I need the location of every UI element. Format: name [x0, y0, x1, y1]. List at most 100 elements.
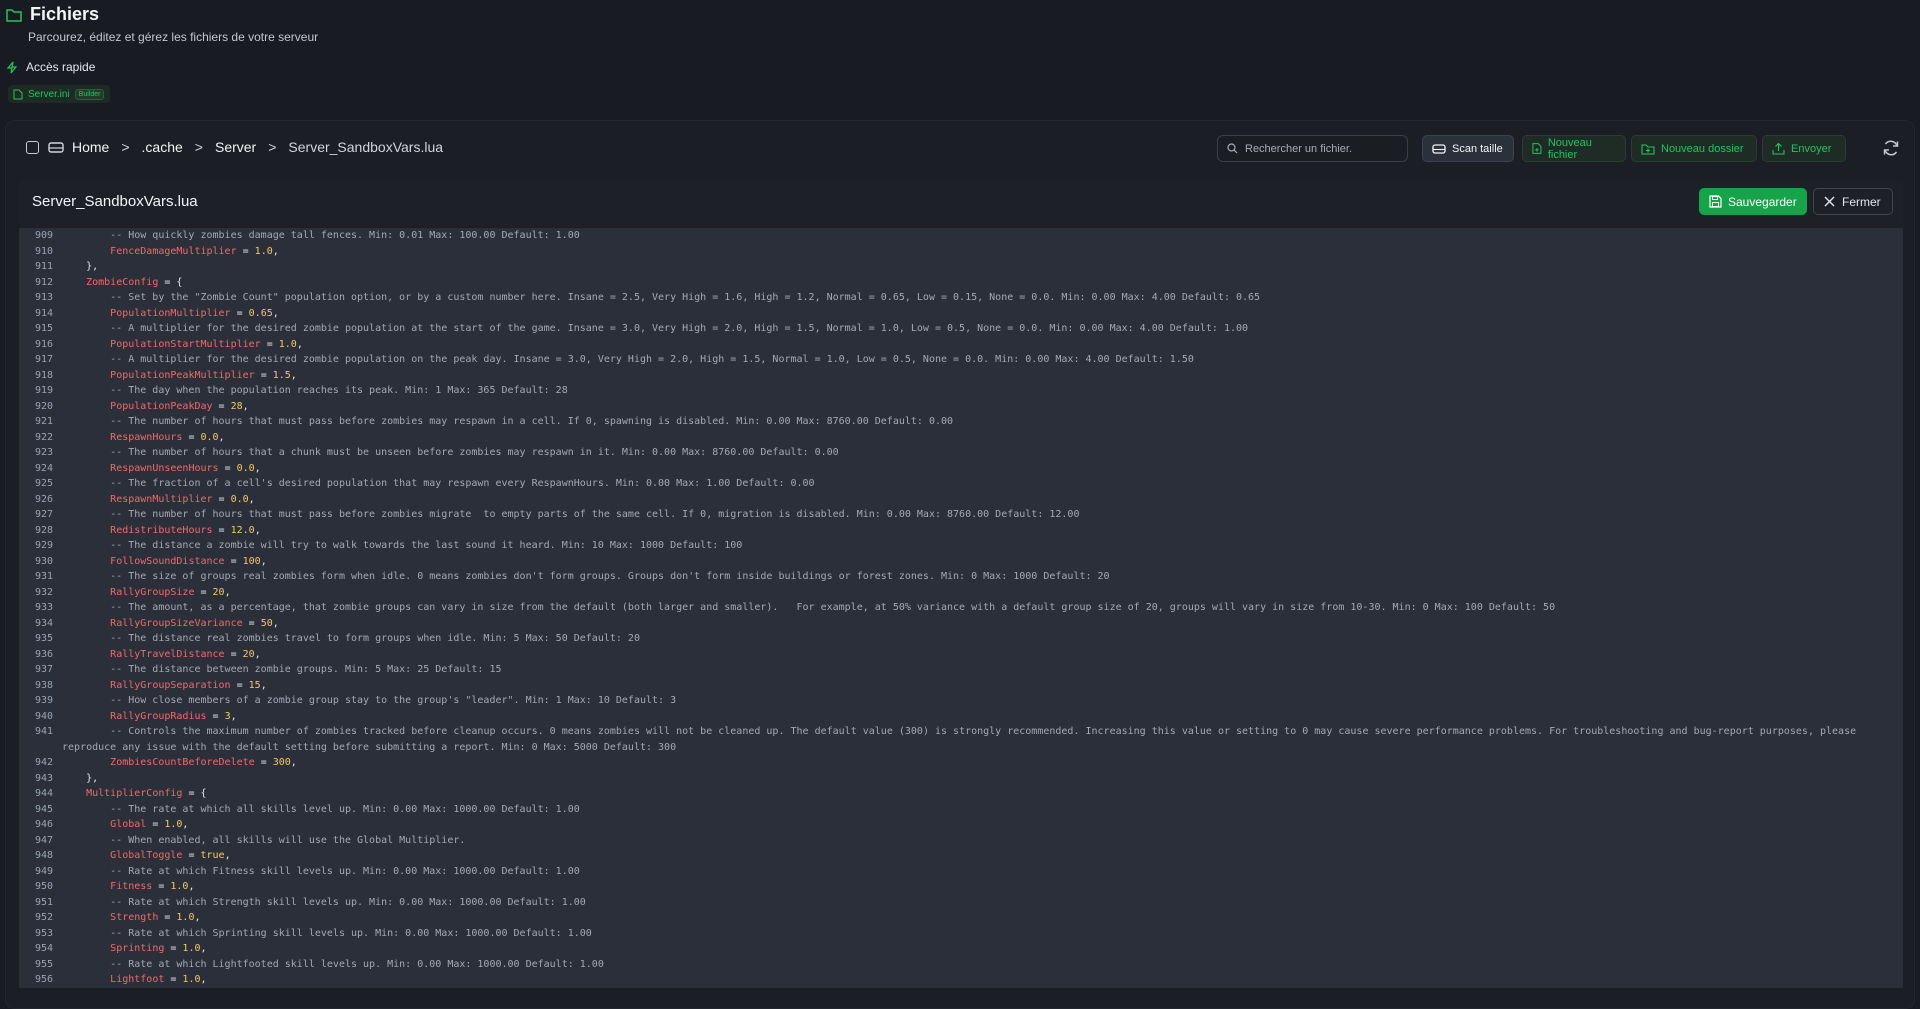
line-number: 938: [34, 679, 53, 691]
drive-icon[interactable]: [48, 140, 64, 154]
code-value: 1.0: [182, 943, 201, 954]
line-number: 945: [34, 803, 53, 815]
close-button[interactable]: Fermer: [1813, 188, 1893, 215]
code-line: 914 PopulationMultiplier = 0.65,: [19, 306, 1903, 322]
page-subtitle: Parcourez, éditez et gérez les fichiers …: [28, 30, 319, 44]
code-comment: -- The distance a zombie will try to wal…: [62, 540, 743, 551]
breadcrumb: Home > .cache > Server > Server_SandboxV…: [72, 139, 443, 155]
breadcrumb-server[interactable]: Server: [215, 139, 256, 155]
code-line: 939 -- How close members of a zombie gro…: [19, 693, 1903, 709]
close-icon: [1824, 196, 1835, 207]
editor-filename: Server_SandboxVars.lua: [32, 193, 198, 210]
line-number: 924: [34, 462, 53, 474]
line-content: -- The day when the population reaches i…: [62, 383, 1892, 399]
line-content: -- Controls the maximum number of zombie…: [62, 724, 1892, 755]
line-number: 929: [34, 540, 53, 551]
line-content: -- Rate at which Sprinting skill levels …: [62, 926, 1892, 942]
breadcrumb-cache[interactable]: .cache: [142, 139, 183, 155]
upload-button[interactable]: Envoyer: [1762, 135, 1846, 162]
line-number: 914: [34, 307, 53, 319]
close-label: Fermer: [1842, 194, 1881, 209]
line-number: 928: [34, 524, 53, 536]
search-icon: [1227, 143, 1238, 154]
upload-icon: [1772, 142, 1785, 155]
code-line: 949 -- Rate at which Fitness skill level…: [19, 864, 1903, 880]
drive-icon: [1432, 143, 1446, 154]
code-key: Lightfoot: [110, 974, 165, 985]
line-number: 933: [34, 602, 53, 613]
line-number: 953: [34, 927, 53, 939]
line-number: 944: [34, 788, 53, 799]
code-line: 933 -- The amount, as a percentage, that…: [19, 600, 1903, 616]
code-comment: -- A multiplier for the desired zombie p…: [62, 323, 1249, 334]
line-number: 917: [34, 354, 53, 365]
line-number: 942: [34, 757, 53, 768]
code-value: 12.0: [230, 524, 255, 536]
line-content: GlobalToggle = true,: [110, 850, 231, 861]
code-line: 936 RallyTravelDistance = 20,: [19, 647, 1903, 663]
line-number: 931: [34, 571, 53, 582]
new-folder-button[interactable]: Nouveau dossier: [1631, 135, 1757, 162]
search-box[interactable]: [1217, 135, 1408, 162]
line-number: 920: [34, 400, 53, 412]
code-editor[interactable]: 909 -- How quickly zombies damage tall f…: [19, 228, 1903, 988]
code-key: GlobalToggle: [110, 850, 183, 861]
quick-access-item-server-ini[interactable]: Server.ini Builder: [8, 85, 111, 103]
save-label: Sauvegarder: [1728, 194, 1797, 209]
line-number: 918: [34, 369, 53, 381]
line-number: 913: [34, 292, 53, 303]
scan-size-label: Scan taille: [1452, 142, 1503, 155]
folder-plus-icon: [1641, 143, 1655, 155]
line-content: RallyTravelDistance = 20,: [110, 648, 261, 660]
search-input[interactable]: [1245, 142, 1395, 155]
line-content: -- The size of groups real zombies form …: [62, 569, 1892, 585]
code-value: 100: [242, 555, 261, 567]
code-line: 931 -- The size of groups real zombies f…: [19, 569, 1903, 585]
line-number: 940: [34, 710, 53, 722]
scan-size-button[interactable]: Scan taille: [1422, 135, 1514, 162]
line-content: FenceDamageMultiplier = 1.0,: [110, 245, 279, 257]
line-number: 956: [34, 974, 53, 985]
refresh-icon[interactable]: [1881, 138, 1901, 158]
line-content: RedistributeHours = 12.0,: [110, 524, 261, 536]
code-key: RallyGroupRadius: [110, 710, 207, 722]
code-key: ZombiesCountBeforeDelete: [110, 757, 255, 768]
line-content: -- The number of hours that must pass be…: [62, 414, 1892, 430]
quick-access-text: Accès rapide: [26, 60, 96, 74]
code-value: 0.0: [200, 431, 219, 443]
code-line: 944 MultiplierConfig = {: [19, 786, 1903, 802]
breadcrumb-current-file[interactable]: Server_SandboxVars.lua: [288, 139, 443, 155]
code-line: 956 Lightfoot = 1.0,: [19, 972, 1903, 988]
code-value: 0.0: [230, 493, 249, 505]
code-line: 946 Global = 1.0,: [19, 817, 1903, 833]
page-title: Fichiers: [30, 4, 100, 24]
code-line: 926 RespawnMultiplier = 0.0,: [19, 492, 1903, 508]
line-number: 923: [34, 447, 53, 458]
code-value: 1.0: [164, 819, 183, 830]
line-number: 937: [34, 664, 53, 675]
code-comment: -- The number of hours that must pass be…: [62, 509, 1080, 520]
line-number: 915: [34, 323, 53, 334]
code-line: 913 -- Set by the "Zombie Count" populat…: [19, 290, 1903, 306]
code-line: 918 PopulationPeakMultiplier = 1.5,: [19, 368, 1903, 384]
line-content: -- A multiplier for the desired zombie p…: [62, 352, 1892, 368]
line-content: },: [62, 771, 1892, 787]
select-all-checkbox[interactable]: [26, 141, 39, 154]
line-content: },: [62, 259, 1892, 275]
line-content: RallyGroupRadius = 3,: [110, 710, 237, 722]
line-number: 949: [34, 865, 53, 877]
file-plus-icon: [1532, 143, 1542, 154]
code-comment: -- The number of hours that must pass be…: [62, 416, 954, 427]
code-line: 947 -- When enabled, all skills will use…: [19, 833, 1903, 849]
lightning-icon: [6, 61, 18, 73]
breadcrumb-home[interactable]: Home: [72, 139, 109, 155]
code-line: 943 },: [19, 771, 1903, 787]
line-content: -- The fraction of a cell's desired popu…: [62, 476, 1892, 492]
code-comment: -- How close members of a zombie group s…: [62, 695, 677, 706]
line-content: Sprinting = 1.0,: [110, 943, 207, 954]
line-number: 946: [34, 819, 53, 830]
new-file-button[interactable]: Nouveau fichier: [1522, 135, 1626, 162]
line-number: 934: [34, 617, 53, 629]
save-button[interactable]: Sauvegarder: [1699, 188, 1807, 215]
code-key: Sprinting: [110, 943, 165, 954]
